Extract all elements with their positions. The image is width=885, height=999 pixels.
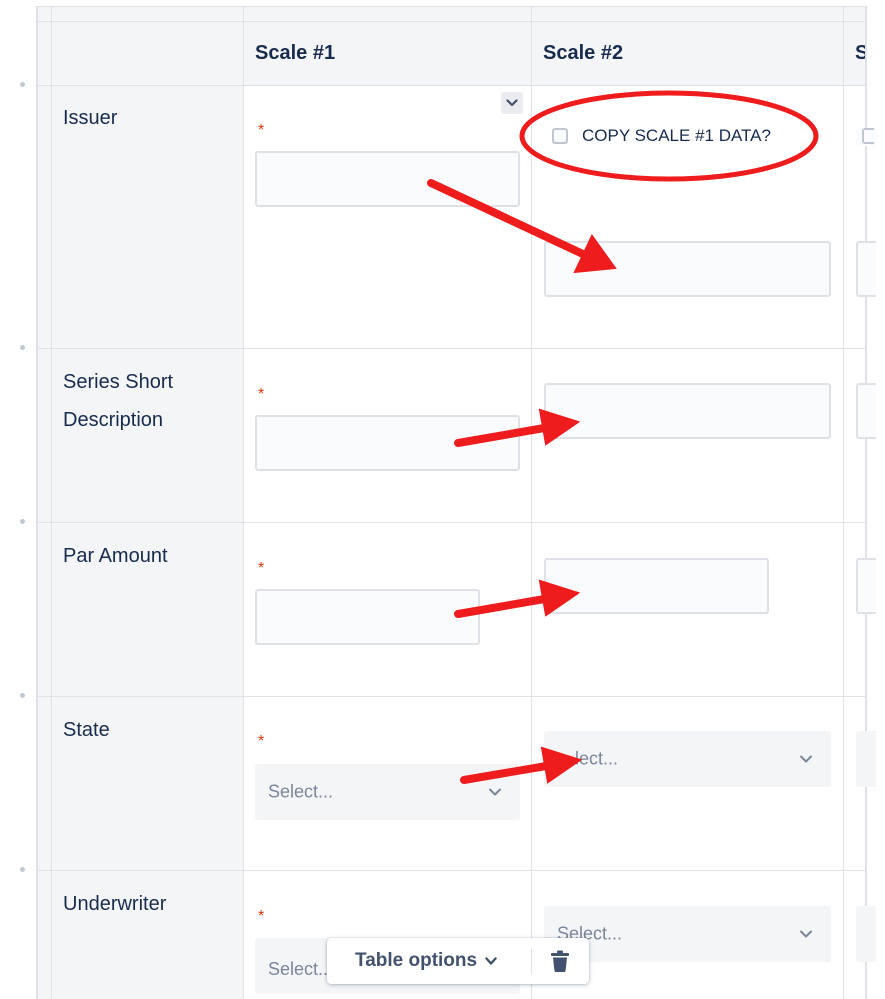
annotation-arrow [460,761,556,784]
annotation-arrow [454,423,554,447]
highlight-ellipse [519,90,819,182]
annotation-arrowhead [538,579,581,617]
annotation-arrowhead [540,746,583,784]
annotation-arrow [427,179,589,259]
annotation-arrowhead [538,408,581,446]
annotation-overlay [427,90,819,784]
annotation-arrow [454,594,554,618]
